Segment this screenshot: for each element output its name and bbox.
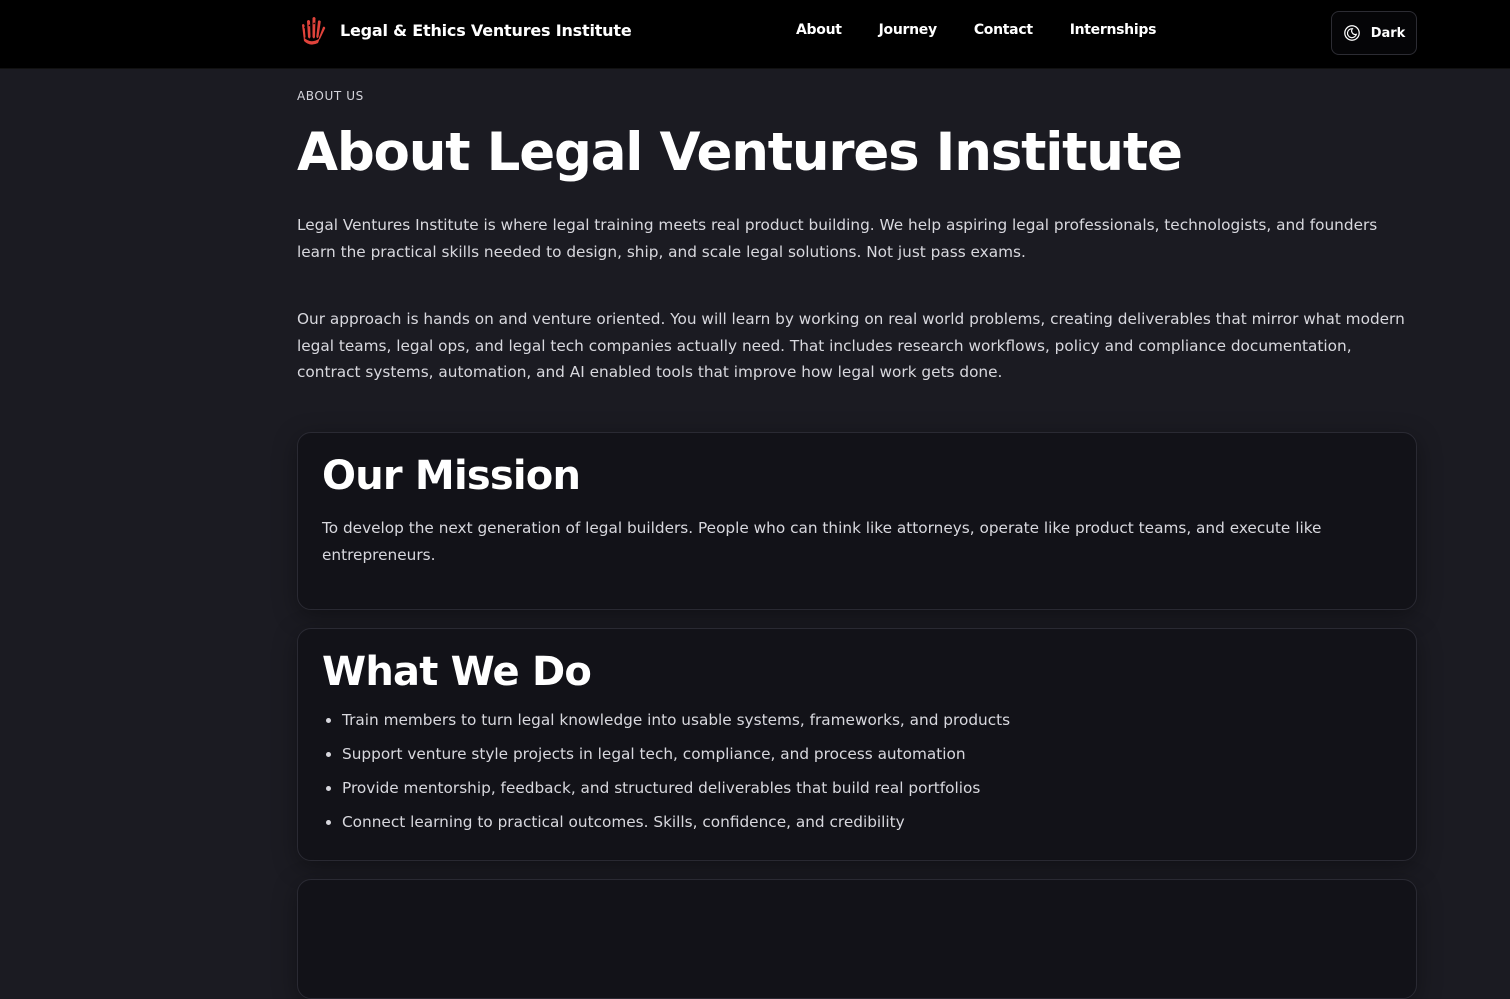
nav-link-journey[interactable]: Journey (879, 22, 937, 38)
theme-toggle-button[interactable]: Dark (1331, 11, 1417, 55)
brand-name[interactable]: Legal & Ethics Ventures Institute (340, 21, 632, 40)
list-item: Support venture style projects in legal … (322, 739, 1382, 773)
eyebrow-label: ABOUT US (297, 89, 364, 103)
list-item: Train members to turn legal knowledge in… (322, 705, 1382, 739)
what-we-do-card: What We Do Train members to turn legal k… (297, 628, 1417, 861)
nav-link-about[interactable]: About (796, 22, 842, 38)
what-we-do-title: What We Do (322, 649, 592, 695)
intro-paragraph: Legal Ventures Institute is where legal … (297, 216, 1378, 261)
hand-logo-icon (302, 17, 326, 45)
brand-link[interactable]: Legal & Ethics Ventures Institute (296, 13, 632, 47)
mission-title: Our Mission (322, 453, 581, 499)
theme-toggle-label: Dark (1370, 25, 1406, 41)
nav-link-contact[interactable]: Contact (974, 22, 1033, 38)
mission-card: Our Mission To develop the next generati… (297, 432, 1417, 610)
list-item: Connect learning to practical outcomes. … (322, 807, 1382, 841)
next-section-card (297, 879, 1417, 999)
approach-paragraph: Our approach is hands on and venture ori… (297, 310, 1405, 381)
what-we-do-list: Train members to turn legal knowledge in… (322, 705, 1382, 841)
nav-link-internships[interactable]: Internships (1070, 22, 1157, 38)
list-item: Provide mentorship, feedback, and struct… (322, 773, 1382, 807)
page-title: About Legal Ventures Institute (297, 122, 1183, 183)
moon-icon (1343, 25, 1360, 41)
mission-text: To develop the next generation of legal … (322, 519, 1322, 564)
top-navigation-bar: Legal & Ethics Ventures Institute About … (0, 0, 1510, 69)
main-nav: About Journey Contact Internships (796, 22, 1193, 38)
